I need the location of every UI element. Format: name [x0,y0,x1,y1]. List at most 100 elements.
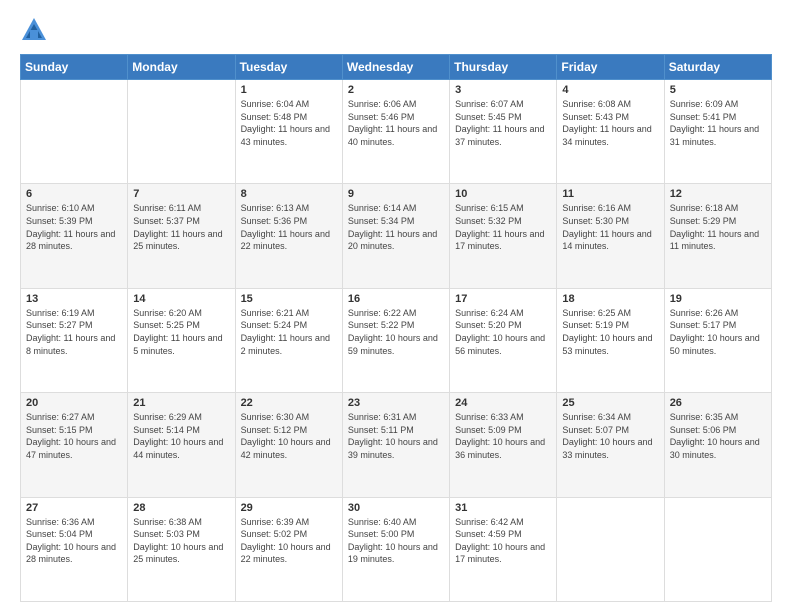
day-info: Sunrise: 6:36 AM Sunset: 5:04 PM Dayligh… [26,516,122,566]
table-row: 1 Sunrise: 6:04 AM Sunset: 5:48 PM Daylig… [235,80,342,184]
day-number: 16 [348,293,444,305]
day-number: 10 [455,188,551,200]
table-row: 28 Sunrise: 6:38 AM Sunset: 5:03 PM Dayli… [128,497,235,601]
calendar-week-row: 27 Sunrise: 6:36 AM Sunset: 5:04 PM Dayli… [21,497,772,601]
day-info: Sunrise: 6:22 AM Sunset: 5:22 PM Dayligh… [348,307,444,357]
table-row: 13 Sunrise: 6:19 AM Sunset: 5:27 PM Dayli… [21,288,128,392]
day-number: 14 [133,293,229,305]
table-row: 2 Sunrise: 6:06 AM Sunset: 5:46 PM Daylig… [342,80,449,184]
day-number: 15 [241,293,337,305]
page: Sunday Monday Tuesday Wednesday Thursday… [0,0,792,612]
calendar-week-row: 13 Sunrise: 6:19 AM Sunset: 5:27 PM Dayli… [21,288,772,392]
day-number: 25 [562,397,658,409]
table-row: 3Sunrise: 6:07 AM Sunset: 5:45 PM Daylig… [450,80,557,184]
day-number: 2 [348,84,444,96]
table-row: 7 Sunrise: 6:11 AM Sunset: 5:37 PM Daylig… [128,184,235,288]
day-info: Sunrise: 6:14 AM Sunset: 5:34 PM Dayligh… [348,202,444,252]
day-info: Sunrise: 6:06 AM Sunset: 5:46 PM Dayligh… [348,98,444,148]
calendar-week-row: 1 Sunrise: 6:04 AM Sunset: 5:48 PM Daylig… [21,80,772,184]
table-row: 15 Sunrise: 6:21 AM Sunset: 5:24 PM Dayli… [235,288,342,392]
table-row: 16 Sunrise: 6:22 AM Sunset: 5:22 PM Dayli… [342,288,449,392]
day-number: 9 [348,188,444,200]
header [20,16,772,44]
calendar-week-row: 20 Sunrise: 6:27 AM Sunset: 5:15 PM Dayli… [21,393,772,497]
table-row: 26 Sunrise: 6:35 AM Sunset: 5:06 PM Dayli… [664,393,771,497]
day-info: Sunrise: 6:26 AM Sunset: 5:17 PM Dayligh… [670,307,766,357]
day-number: 29 [241,502,337,514]
day-info: Sunrise: 6:04 AM Sunset: 5:48 PM Dayligh… [241,98,337,148]
day-number: 26 [670,397,766,409]
day-number: 23 [348,397,444,409]
day-number: 5 [670,84,766,96]
day-number: 20 [26,397,122,409]
day-info: Sunrise: 6:16 AM Sunset: 5:30 PM Dayligh… [562,202,658,252]
col-wednesday: Wednesday [342,55,449,80]
day-number: 17 [455,293,551,305]
table-row: 22 Sunrise: 6:30 AM Sunset: 5:12 PM Dayli… [235,393,342,497]
day-info: Sunrise: 6:27 AM Sunset: 5:15 PM Dayligh… [26,411,122,461]
day-number: 24 [455,397,551,409]
day-number: 11 [562,188,658,200]
day-number: 18 [562,293,658,305]
day-info: Sunrise: 6:21 AM Sunset: 5:24 PM Dayligh… [241,307,337,357]
day-info: Sunrise: 6:35 AM Sunset: 5:06 PM Dayligh… [670,411,766,461]
day-number: 6 [26,188,122,200]
col-tuesday: Tuesday [235,55,342,80]
day-info: Sunrise: 6:18 AM Sunset: 5:29 PM Dayligh… [670,202,766,252]
calendar-header-row: Sunday Monday Tuesday Wednesday Thursday… [21,55,772,80]
table-row: 10 Sunrise: 6:15 AM Sunset: 5:32 PM Dayli… [450,184,557,288]
day-number: 13 [26,293,122,305]
table-row: 11 Sunrise: 6:16 AM Sunset: 5:30 PM Dayli… [557,184,664,288]
table-row: 21 Sunrise: 6:29 AM Sunset: 5:14 PM Dayli… [128,393,235,497]
table-row: 30 Sunrise: 6:40 AM Sunset: 5:00 PM Dayli… [342,497,449,601]
logo [20,16,50,44]
table-row [557,497,664,601]
col-monday: Monday [128,55,235,80]
day-number: 7 [133,188,229,200]
day-info: Sunrise: 6:30 AM Sunset: 5:12 PM Dayligh… [241,411,337,461]
day-number: 31 [455,502,551,514]
day-info: Sunrise: 6:31 AM Sunset: 5:11 PM Dayligh… [348,411,444,461]
day-info: Sunrise: 6:40 AM Sunset: 5:00 PM Dayligh… [348,516,444,566]
table-row: 4Sunrise: 6:08 AM Sunset: 5:43 PM Daylig… [557,80,664,184]
day-info: Sunrise: 6:39 AM Sunset: 5:02 PM Dayligh… [241,516,337,566]
logo-icon [20,16,48,44]
day-info: Sunrise: 6:08 AM Sunset: 5:43 PM Dayligh… [562,98,658,148]
day-info: Sunrise: 6:19 AM Sunset: 5:27 PM Dayligh… [26,307,122,357]
table-row: 5 Sunrise: 6:09 AM Sunset: 5:41 PM Daylig… [664,80,771,184]
table-row: 20 Sunrise: 6:27 AM Sunset: 5:15 PM Dayli… [21,393,128,497]
table-row: 18 Sunrise: 6:25 AM Sunset: 5:19 PM Dayli… [557,288,664,392]
day-info: Sunrise: 6:29 AM Sunset: 5:14 PM Dayligh… [133,411,229,461]
day-number: 21 [133,397,229,409]
table-row: 6Sunrise: 6:10 AM Sunset: 5:39 PM Daylig… [21,184,128,288]
table-row: 12 Sunrise: 6:18 AM Sunset: 5:29 PM Dayli… [664,184,771,288]
day-info: Sunrise: 6:13 AM Sunset: 5:36 PM Dayligh… [241,202,337,252]
day-number: 1 [241,84,337,96]
col-sunday: Sunday [21,55,128,80]
day-number: 22 [241,397,337,409]
day-info: Sunrise: 6:42 AM Sunset: 4:59 PM Dayligh… [455,516,551,566]
table-row [21,80,128,184]
col-thursday: Thursday [450,55,557,80]
table-row: 31 Sunrise: 6:42 AM Sunset: 4:59 PM Dayli… [450,497,557,601]
table-row: 24 Sunrise: 6:33 AM Sunset: 5:09 PM Dayli… [450,393,557,497]
day-info: Sunrise: 6:34 AM Sunset: 5:07 PM Dayligh… [562,411,658,461]
table-row: 23 Sunrise: 6:31 AM Sunset: 5:11 PM Dayli… [342,393,449,497]
day-info: Sunrise: 6:38 AM Sunset: 5:03 PM Dayligh… [133,516,229,566]
table-row: 9 Sunrise: 6:14 AM Sunset: 5:34 PM Daylig… [342,184,449,288]
day-info: Sunrise: 6:11 AM Sunset: 5:37 PM Dayligh… [133,202,229,252]
table-row: 14Sunrise: 6:20 AM Sunset: 5:25 PM Dayli… [128,288,235,392]
day-number: 30 [348,502,444,514]
calendar-table: Sunday Monday Tuesday Wednesday Thursday… [20,54,772,602]
day-info: Sunrise: 6:25 AM Sunset: 5:19 PM Dayligh… [562,307,658,357]
day-number: 8 [241,188,337,200]
day-number: 28 [133,502,229,514]
day-number: 27 [26,502,122,514]
col-saturday: Saturday [664,55,771,80]
day-info: Sunrise: 6:09 AM Sunset: 5:41 PM Dayligh… [670,98,766,148]
day-info: Sunrise: 6:33 AM Sunset: 5:09 PM Dayligh… [455,411,551,461]
day-info: Sunrise: 6:15 AM Sunset: 5:32 PM Dayligh… [455,202,551,252]
day-info: Sunrise: 6:24 AM Sunset: 5:20 PM Dayligh… [455,307,551,357]
day-number: 12 [670,188,766,200]
day-number: 3 [455,84,551,96]
